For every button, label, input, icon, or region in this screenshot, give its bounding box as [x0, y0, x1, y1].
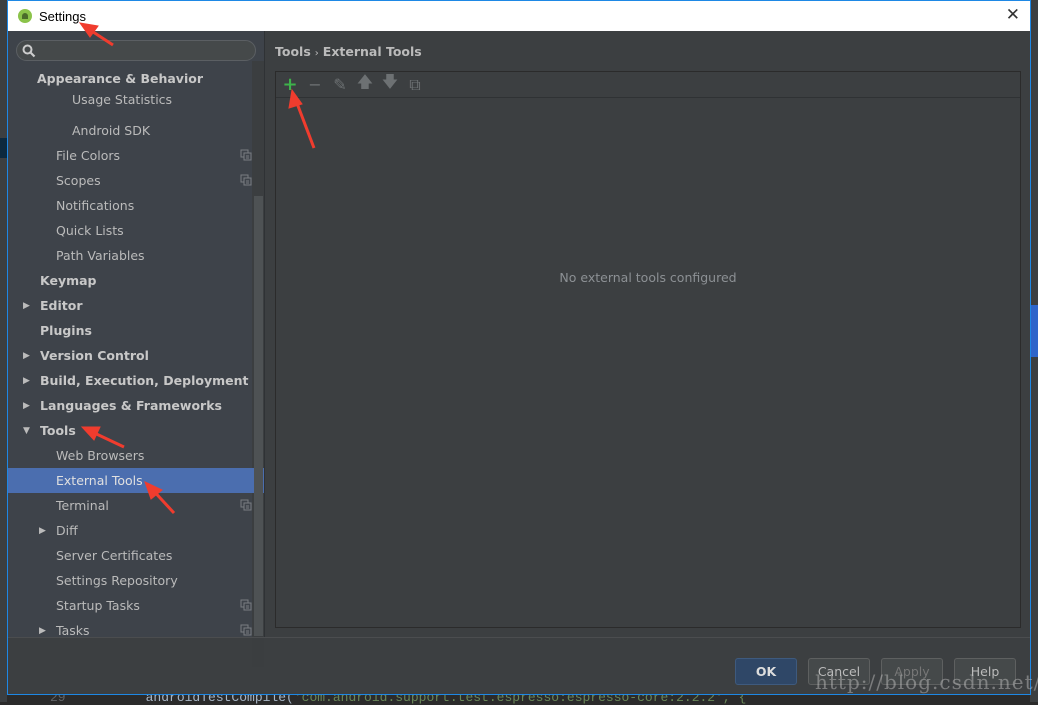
- annotation-arrow-external-tools: [144, 481, 176, 515]
- annotation-arrows: [78, 22, 316, 515]
- annotation-arrow-title: [78, 22, 114, 47]
- annotation-arrow-add: [288, 88, 316, 149]
- annotation-arrow-tools: [80, 426, 125, 449]
